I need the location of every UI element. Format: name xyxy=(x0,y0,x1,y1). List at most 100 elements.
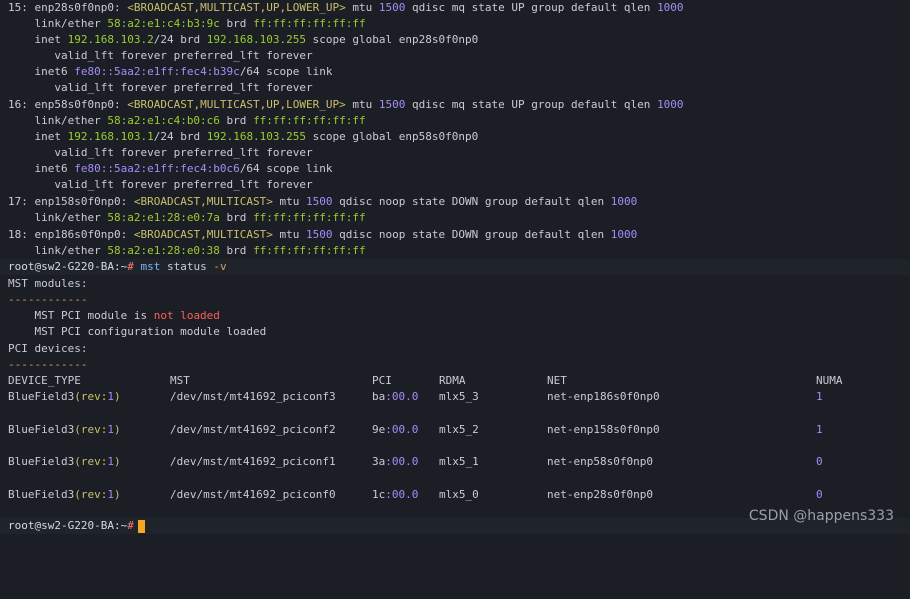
col-rdma: RDMA xyxy=(439,374,466,387)
if-index: 16: xyxy=(8,98,35,111)
command-name: mst xyxy=(133,260,161,273)
broadcast-mac: ff:ff:ff:ff:ff:ff xyxy=(253,244,366,257)
prompt-user-host: root@sw2-G220-BA:~ xyxy=(8,519,128,532)
mac-address: 58:a2:e1:c4:b3:9c xyxy=(107,17,220,30)
table-row: BlueField3(rev:1) /dev/mst/mt41692_pcico… xyxy=(8,487,910,503)
mst-modules-heading: MST modules: xyxy=(8,277,88,290)
mst-device-path: /dev/mst/mt41692_pciconf2 xyxy=(170,423,336,436)
if17-header-line: 17: enp158s0f0np0: <BROADCAST,MULTICAST>… xyxy=(8,195,638,208)
if18-link-line: link/ether 58:a2:e1:28:e0:38 brd ff:ff:f… xyxy=(8,244,366,257)
net-device: net-enp28s0f0np0 xyxy=(547,488,653,501)
if16-header-line: 16: enp58s0f0np0: <BROADCAST,MULTICAST,U… xyxy=(8,98,684,111)
mac-address: 58:a2:e1:c4:b0:c6 xyxy=(107,114,220,127)
qlen-value: 1000 xyxy=(610,228,638,241)
mac-address: 58:a2:e1:28:e0:7a xyxy=(107,211,220,224)
numa-node: 1 xyxy=(816,423,823,436)
if-name: enp28s0f0np0: xyxy=(34,1,128,14)
prompt-hash: # xyxy=(127,519,134,532)
mtu-value: 1500 xyxy=(306,228,333,241)
table-row: BlueField3(rev:1) /dev/mst/mt41692_pcico… xyxy=(8,454,910,470)
mst-device-path: /dev/mst/mt41692_pciconf1 xyxy=(170,455,336,468)
pci-devices-heading: PCI devices: xyxy=(8,342,88,355)
net-device: net-enp58s0f0np0 xyxy=(547,455,653,468)
mst-device-path: /dev/mst/mt41692_pciconf0 xyxy=(170,488,336,501)
if16-link-line: link/ether 58:a2:e1:c4:b0:c6 brd ff:ff:f… xyxy=(8,114,366,127)
col-numa: NUMA xyxy=(816,374,843,387)
ipv6-address: fe80::5aa2:e1ff:fec4:b39c xyxy=(74,65,240,78)
rdma-device: mlx5_0 xyxy=(439,488,479,501)
numa-node: 1 xyxy=(816,390,823,403)
qlen-value: 1000 xyxy=(657,1,684,14)
broadcast-ip: 192.168.103.255 xyxy=(206,130,307,143)
rdma-device: mlx5_2 xyxy=(439,423,479,436)
watermark-text: CSDN @happens333 xyxy=(748,508,894,524)
ipv6-address: fe80::5aa2:e1ff:fec4:b0c6 xyxy=(74,162,240,175)
pci-address: 1c:00.0 xyxy=(372,488,419,501)
col-pci: PCI xyxy=(372,374,392,387)
if16-inet-line: inet 192.168.103.1/24 brd 192.168.103.25… xyxy=(8,130,479,143)
broadcast-mac: ff:ff:ff:ff:ff:ff xyxy=(253,17,366,30)
ipv4-address: 192.168.103.1 xyxy=(67,130,154,143)
if-index: 18: xyxy=(8,228,35,241)
if-flags: <BROADCAST,MULTICAST> xyxy=(133,228,273,241)
if16-valid6-line: valid_lft forever preferred_lft forever xyxy=(8,178,313,191)
command-flag: -v xyxy=(206,260,227,273)
separator-line: ------------ xyxy=(8,293,88,306)
if15-inet-line: inet 192.168.103.2/24 brd 192.168.103.25… xyxy=(8,33,479,46)
pci-address: ba:00.0 xyxy=(372,390,419,403)
if15-inet6-line: inet6 fe80::5aa2:e1ff:fec4:b39c/64 scope… xyxy=(8,65,333,78)
mtu-value: 1500 xyxy=(378,98,406,111)
broadcast-mac: ff:ff:ff:ff:ff:ff xyxy=(253,114,366,127)
if15-link-line: link/ether 58:a2:e1:c4:b3:9c brd ff:ff:f… xyxy=(8,17,366,30)
if-index: 17: xyxy=(8,195,35,208)
if-flags: <BROADCAST,MULTICAST> xyxy=(133,195,273,208)
device-type: BlueField3(rev:1) xyxy=(8,488,121,501)
net-device: net-enp158s0f0np0 xyxy=(547,423,660,436)
if-name: enp186s0f0np0: xyxy=(34,228,134,241)
net-device: net-enp186s0f0np0 xyxy=(547,390,660,403)
prompt-user-host: root@sw2-G220-BA:~ xyxy=(8,260,128,273)
qlen-value: 1000 xyxy=(657,98,684,111)
text-cursor[interactable] xyxy=(137,519,145,533)
if-name: enp158s0f0np0: xyxy=(34,195,134,208)
if15-header-line: 15: enp28s0f0np0: <BROADCAST,MULTICAST,U… xyxy=(8,1,684,14)
command-arg: status xyxy=(160,260,207,273)
pci-address: 3a:00.0 xyxy=(372,455,419,468)
if16-valid-line: valid_lft forever preferred_lft forever xyxy=(8,146,313,159)
rdma-device: mlx5_1 xyxy=(439,455,479,468)
numa-node: 0 xyxy=(816,455,823,468)
table-row: BlueField3(rev:1) /dev/mst/mt41692_pcico… xyxy=(8,389,910,405)
mst-device-path: /dev/mst/mt41692_pciconf3 xyxy=(170,390,336,403)
numa-node: 0 xyxy=(816,488,823,501)
if17-link-line: link/ether 58:a2:e1:28:e0:7a brd ff:ff:f… xyxy=(8,211,366,224)
broadcast-ip: 192.168.103.255 xyxy=(206,33,307,46)
if-flags: <BROADCAST,MULTICAST,UP,LOWER_UP> xyxy=(127,1,346,14)
rdma-device: mlx5_3 xyxy=(439,390,479,403)
col-net: NET xyxy=(547,374,567,387)
broadcast-mac: ff:ff:ff:ff:ff:ff xyxy=(253,211,366,224)
command-prompt-line: root@sw2-G220-BA:~# mst status -v xyxy=(0,259,910,275)
if16-inet6-line: inet6 fe80::5aa2:e1ff:fec4:b0c6/64 scope… xyxy=(8,162,333,175)
ipv4-address: 192.168.103.2 xyxy=(67,33,154,46)
mtu-value: 1500 xyxy=(306,195,333,208)
mst-module-status-line: MST PCI module is not loaded xyxy=(8,309,220,322)
table-header: DEVICE_TYPE MST PCI RDMA NET NUMA xyxy=(8,373,910,389)
pci-address: 9e:00.0 xyxy=(372,423,419,436)
mst-config-module-line: MST PCI configuration module loaded xyxy=(8,325,267,338)
col-device-type: DEVICE_TYPE xyxy=(8,374,81,387)
separator-line: ------------ xyxy=(8,358,88,371)
device-type: BlueField3(rev:1) xyxy=(8,455,121,468)
if15-valid6-line: valid_lft forever preferred_lft forever xyxy=(8,81,313,94)
mac-address: 58:a2:e1:28:e0:38 xyxy=(107,244,220,257)
qlen-value: 1000 xyxy=(610,195,638,208)
if18-header-line: 18: enp186s0f0np0: <BROADCAST,MULTICAST>… xyxy=(8,228,638,241)
prompt-hash: # xyxy=(127,260,134,273)
device-type: BlueField3(rev:1) xyxy=(8,390,121,403)
if-index: 15: xyxy=(8,1,35,14)
if-flags: <BROADCAST,MULTICAST,UP,LOWER_UP> xyxy=(127,98,346,111)
table-row: BlueField3(rev:1) /dev/mst/mt41692_pcico… xyxy=(8,422,910,438)
mtu-value: 1500 xyxy=(378,1,406,14)
col-mst: MST xyxy=(170,374,190,387)
device-type: BlueField3(rev:1) xyxy=(8,423,121,436)
module-not-loaded: not loaded xyxy=(153,309,220,322)
